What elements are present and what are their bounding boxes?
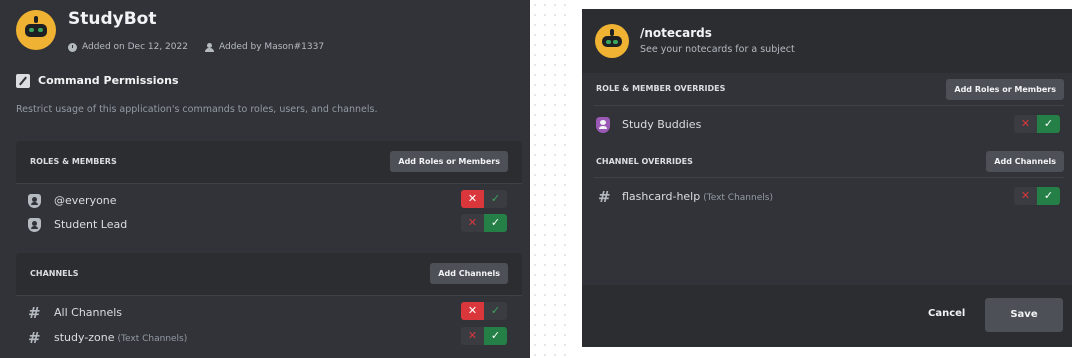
pencil-icon	[16, 74, 30, 88]
add-roles-button[interactable]: Add Roles or Members	[390, 151, 508, 172]
allow-button[interactable]: ✓	[484, 302, 507, 320]
permission-toggle: ✕ ✓	[461, 214, 507, 232]
channels-section-header: CHANNELS Add Channels	[16, 253, 522, 295]
channel-row-all: # All Channels ✕ ✓	[16, 302, 522, 324]
permission-toggle: ✕ ✓	[1014, 115, 1060, 133]
permission-toggle: ✕ ✓	[461, 327, 507, 345]
channel-row-flashcard-help: # flashcard-help (Text Channels) ✕ ✓	[582, 186, 1072, 208]
clock-icon	[68, 42, 77, 52]
shield-icon	[28, 218, 41, 232]
bot-name: StudyBot	[68, 9, 157, 29]
bot-avatar	[595, 24, 629, 58]
channel-type: (Text Channels)	[117, 334, 188, 344]
deny-button[interactable]: ✕	[461, 302, 484, 320]
bot-avatar	[16, 10, 56, 50]
role-overrides-label: ROLE & MEMBER OVERRIDES	[596, 84, 726, 93]
user-icon	[205, 42, 214, 52]
cancel-button[interactable]: Cancel	[928, 308, 965, 319]
deny-button[interactable]: ✕	[461, 327, 484, 345]
role-name: @everyone	[54, 194, 117, 207]
save-button[interactable]: Save	[985, 298, 1063, 332]
channel-name: study-zone (Text Channels)	[54, 331, 188, 344]
hashtag-icon: #	[28, 304, 41, 322]
roles-section-label: ROLES & MEMBERS	[30, 157, 117, 166]
deny-button[interactable]: ✕	[461, 190, 484, 208]
modal-footer: Cancel Save	[582, 285, 1072, 347]
hashtag-icon: #	[28, 329, 41, 347]
command-description: See your notecards for a subject	[640, 44, 795, 55]
allow-button[interactable]: ✓	[484, 327, 507, 345]
channel-row-study-zone: # study-zone (Text Channels) ✕ ✓	[16, 327, 522, 349]
command-permissions-description: Restrict usage of this application's com…	[16, 104, 378, 115]
command-permissions-modal: /notecards See your notecards for a subj…	[582, 9, 1072, 347]
permission-toggle: ✕ ✓	[1014, 187, 1060, 205]
app-settings-panel: StudyBot Added on Dec 12, 2022 Added by …	[0, 0, 530, 358]
role-row-study-buddies: Study Buddies ✕ ✓	[582, 114, 1072, 136]
deny-button[interactable]: ✕	[1014, 115, 1037, 133]
deny-button[interactable]: ✕	[461, 214, 484, 232]
command-permissions-title: Command Permissions	[38, 74, 179, 87]
dotted-background	[530, 0, 574, 358]
modal-header: /notecards See your notecards for a subj…	[582, 9, 1072, 73]
channel-overrides-label: CHANNEL OVERRIDES	[596, 157, 693, 166]
channel-name: flashcard-help (Text Channels)	[622, 190, 773, 203]
divider	[16, 295, 522, 296]
channel-type: (Text Channels)	[703, 193, 773, 203]
add-channels-button[interactable]: Add Channels	[430, 263, 508, 284]
shield-icon	[596, 117, 610, 133]
deny-button[interactable]: ✕	[1014, 187, 1037, 205]
added-on: Added on Dec 12, 2022	[68, 42, 188, 52]
added-on-text: Added on Dec 12, 2022	[82, 42, 188, 52]
allow-button[interactable]: ✓	[1037, 187, 1060, 205]
divider	[16, 183, 522, 184]
role-row-everyone: @everyone ✕ ✓	[16, 190, 522, 212]
permission-toggle: ✕ ✓	[461, 190, 507, 208]
roles-section-header: ROLES & MEMBERS Add Roles or Members	[16, 141, 522, 183]
allow-button[interactable]: ✓	[1037, 115, 1060, 133]
allow-button[interactable]: ✓	[484, 190, 507, 208]
divider	[594, 105, 1064, 106]
channel-name: All Channels	[54, 306, 123, 319]
allow-button[interactable]: ✓	[484, 214, 507, 232]
added-by-text: Added by Mason#1337	[219, 42, 325, 52]
role-name: Student Lead	[54, 218, 128, 231]
channels-section-label: CHANNELS	[30, 269, 79, 278]
hashtag-icon: #	[598, 188, 611, 206]
divider	[594, 177, 1064, 178]
role-row-student-lead: Student Lead ✕ ✓	[16, 214, 522, 236]
added-by: Added by Mason#1337	[205, 42, 324, 52]
add-channels-button[interactable]: Add Channels	[986, 151, 1064, 172]
permission-toggle: ✕ ✓	[461, 302, 507, 320]
shield-icon	[28, 194, 41, 208]
command-name: /notecards	[640, 26, 712, 40]
role-name: Study Buddies	[622, 118, 702, 131]
add-roles-button[interactable]: Add Roles or Members	[946, 79, 1064, 100]
